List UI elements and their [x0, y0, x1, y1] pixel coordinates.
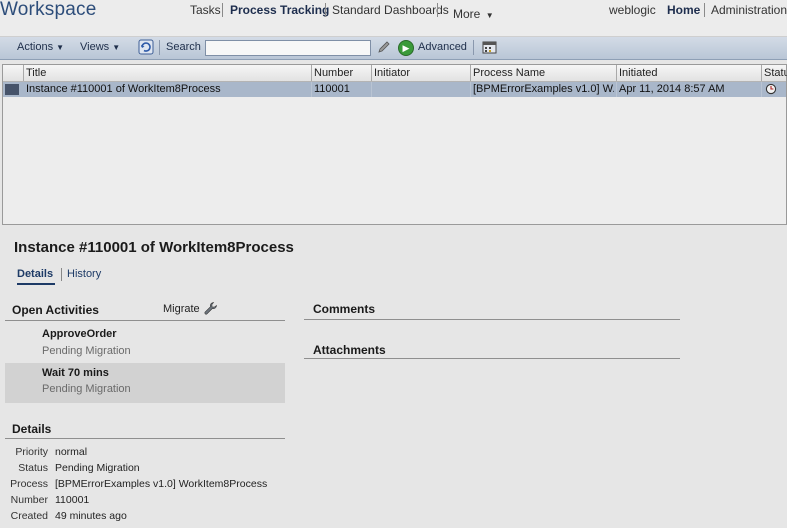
comments-heading: Comments [313, 302, 376, 316]
activity-status: Pending Migration [42, 345, 131, 357]
home-link[interactable]: Home [667, 3, 700, 17]
toolbar: Actions ▼ Views ▼ Search ▶ Advanced [0, 37, 787, 60]
field-value: 110001 [55, 494, 90, 506]
cell-divider [311, 82, 312, 97]
nav-divider [222, 3, 223, 17]
field-label: Number [10, 494, 48, 506]
column-divider [23, 65, 24, 81]
column-divider [311, 65, 312, 81]
actions-menu[interactable]: Actions ▼ [17, 41, 64, 53]
nav-divider [437, 3, 438, 17]
field-value: [BPMErrorExamples v1.0] WorkItem8Process [55, 478, 268, 490]
advanced-search-link[interactable]: Advanced [418, 41, 467, 53]
column-divider [470, 65, 471, 81]
nav-more[interactable]: More ▼ [453, 7, 494, 21]
chevron-down-icon: ▼ [112, 43, 121, 52]
username: weblogic [609, 3, 656, 17]
cell-title[interactable]: Instance #110001 of WorkItem8Process [26, 83, 309, 95]
activity-status: Pending Migration [42, 383, 131, 395]
cell-divider [761, 82, 762, 97]
activity-name: Wait 70 mins [42, 367, 109, 379]
nav-tasks[interactable]: Tasks [190, 3, 221, 17]
tab-history[interactable]: History [67, 268, 101, 280]
nav-divider [325, 3, 326, 17]
refresh-icon[interactable] [138, 39, 154, 55]
cell-divider [470, 82, 471, 97]
tab-details[interactable]: Details [17, 268, 53, 280]
section-divider [304, 319, 680, 320]
activity-name: ApproveOrder [42, 328, 117, 340]
section-divider [5, 320, 285, 321]
column-initiator[interactable]: Initiator [374, 67, 410, 79]
instances-table: Title Number Initiator Process Name Init… [2, 64, 787, 225]
attachments-heading: Attachments [313, 343, 386, 357]
field-label: Process [10, 478, 48, 490]
row-selector[interactable] [5, 84, 19, 95]
column-title[interactable]: Title [26, 67, 46, 79]
cell-process-name: [BPMErrorExamples v1.0] W... [473, 83, 614, 95]
pencil-icon[interactable] [376, 39, 392, 55]
column-divider [761, 65, 762, 81]
column-initiated[interactable]: Initiated [619, 67, 658, 79]
calendar-filter-icon[interactable] [482, 39, 498, 55]
chevron-down-icon: ▼ [56, 43, 65, 52]
column-divider [616, 65, 617, 81]
field-label: Priority [15, 446, 48, 458]
top-bar: Workspace Tasks Process Tracking Standar… [0, 0, 787, 37]
advanced-search-icon[interactable]: ▶ [398, 40, 414, 56]
nav-more-label: More [453, 7, 481, 21]
views-label: Views [80, 41, 110, 53]
cell-number: 110001 [314, 83, 350, 95]
nav-process-tracking[interactable]: Process Tracking [230, 3, 329, 17]
administration-link[interactable]: Administration [711, 3, 787, 17]
migrate-label[interactable]: Migrate [163, 303, 200, 315]
search-label: Search [166, 41, 201, 53]
cell-divider [371, 82, 372, 97]
cell-initiated: Apr 11, 2014 8:57 AM [619, 83, 725, 95]
column-status[interactable]: Statu [764, 67, 787, 79]
wrench-icon[interactable] [203, 301, 218, 316]
open-activities-heading: Open Activities [12, 303, 99, 317]
section-divider [304, 358, 680, 359]
search-input[interactable] [205, 40, 371, 56]
table-header: Title Number Initiator Process Name Init… [3, 65, 787, 82]
views-menu[interactable]: Views ▼ [80, 41, 120, 53]
details-heading: Details [12, 422, 52, 436]
app-title: Workspace [0, 0, 97, 20]
actions-label: Actions [17, 41, 54, 53]
chevron-down-icon: ▼ [485, 11, 494, 20]
column-number[interactable]: Number [314, 67, 353, 79]
active-tab-indicator [17, 283, 55, 285]
tab-divider [61, 268, 62, 281]
table-row[interactable]: Instance #110001 of WorkItem8Process 110… [3, 82, 786, 97]
activity-item[interactable]: Wait 70 mins Pending Migration [5, 363, 285, 403]
activity-item[interactable]: ApproveOrder Pending Migration [5, 323, 285, 362]
toolbar-divider [159, 40, 160, 55]
nav-divider [704, 3, 705, 17]
field-label: Status [18, 462, 48, 474]
toolbar-divider [473, 40, 474, 55]
column-divider [371, 65, 372, 81]
nav-standard-dashboards[interactable]: Standard Dashboards [332, 3, 449, 17]
cell-divider [616, 82, 617, 97]
field-value: normal [55, 446, 88, 458]
column-process-name[interactable]: Process Name [473, 67, 545, 79]
field-value: Pending Migration [55, 462, 140, 474]
section-divider [5, 438, 285, 439]
clock-icon [765, 83, 777, 95]
instance-title: Instance #110001 of WorkItem8Process [14, 239, 294, 256]
field-value: 49 minutes ago [55, 510, 127, 522]
field-label: Created [10, 510, 48, 522]
